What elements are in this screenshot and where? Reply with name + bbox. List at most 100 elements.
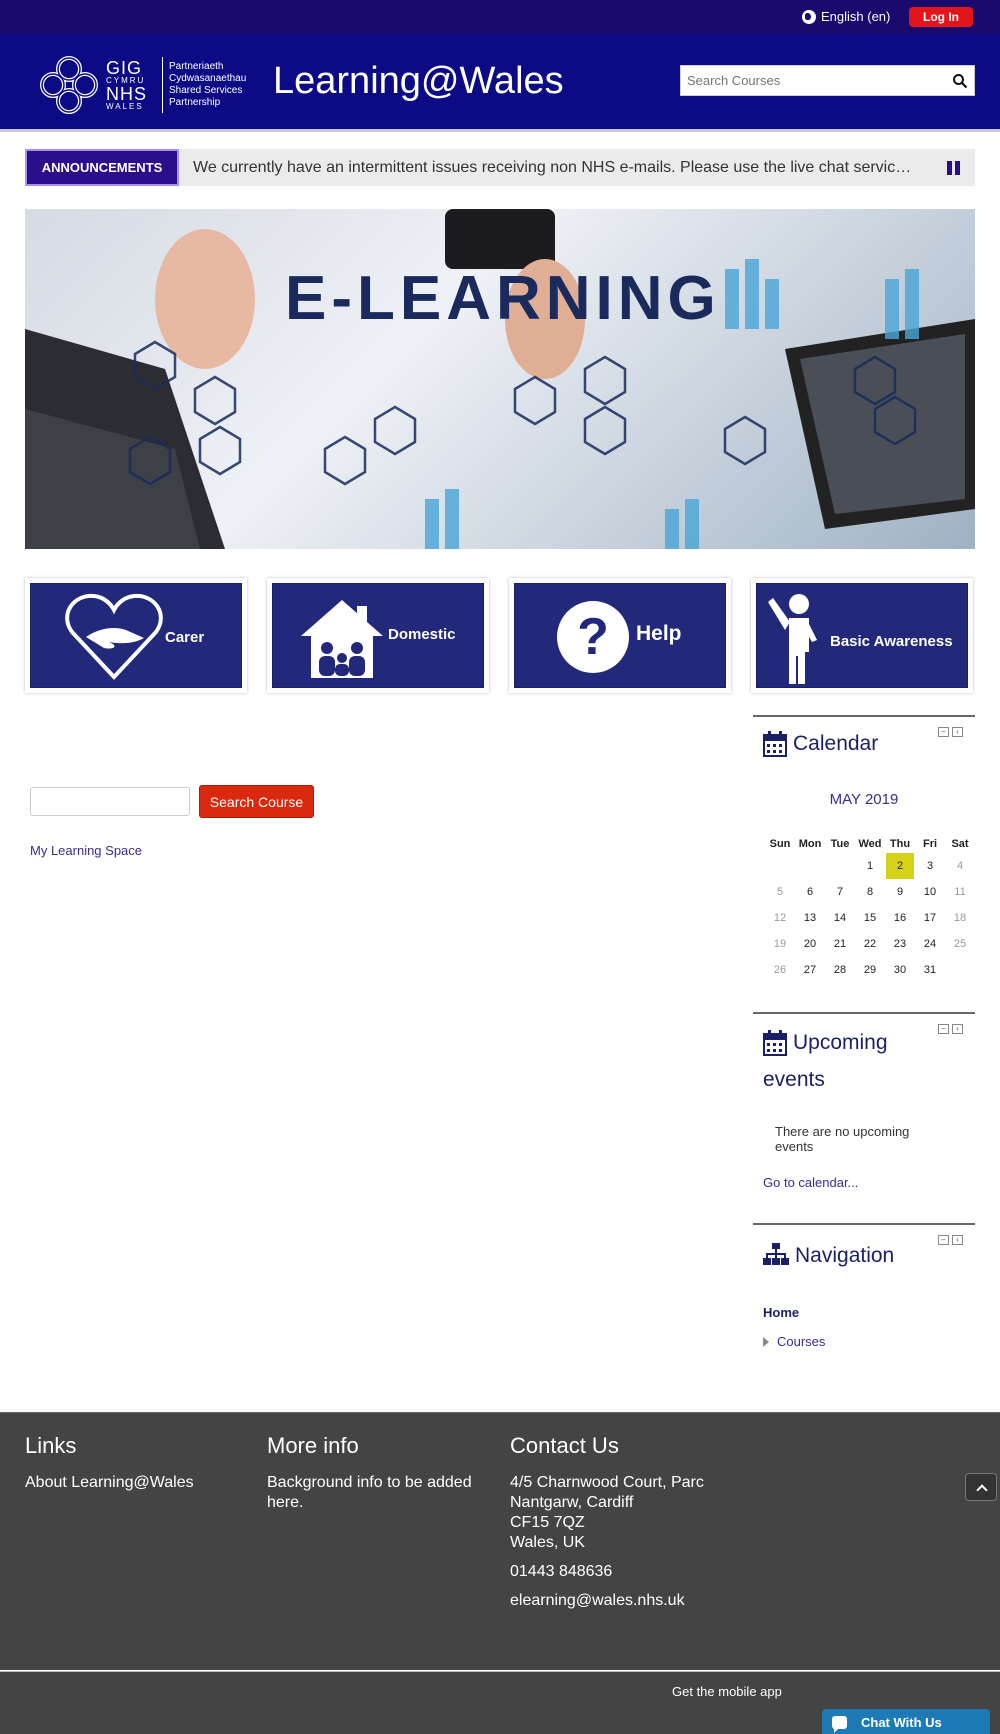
calendar-day[interactable]: 1 [855, 853, 885, 879]
footer-more-text: Background info to be added here. [267, 1474, 472, 1511]
calendar-day[interactable]: 26 [765, 957, 795, 983]
calendar-day[interactable]: 31 [915, 957, 945, 983]
day-header: Fri [922, 838, 938, 850]
day-header: Thu [889, 838, 911, 850]
calendar-day[interactable]: 7 [825, 879, 855, 905]
my-learning-space-link[interactable]: My Learning Space [30, 843, 142, 858]
partner-line: Cydwasanaethau [169, 73, 247, 84]
calendar-day[interactable]: 23 [885, 931, 915, 957]
minimize-icon[interactable]: – [938, 1024, 949, 1034]
search-course-button[interactable]: Search Course [199, 785, 314, 818]
tile-carer[interactable]: Carer [25, 578, 247, 693]
logo-divider [162, 57, 163, 113]
calendar-day[interactable]: 16 [885, 905, 915, 931]
calendar-day[interactable]: 19 [765, 931, 795, 957]
calendar-day[interactable]: 14 [825, 905, 855, 931]
login-button[interactable]: Log In [909, 7, 973, 27]
dock-icon[interactable]: ‹ [952, 1235, 963, 1245]
calendar-day [945, 957, 975, 983]
calendar-day[interactable]: 25 [945, 931, 975, 957]
partnership-wordmark: Partneriaeth Cydwasanaethau Shared Servi… [169, 61, 259, 109]
calendar-day[interactable]: 11 [945, 879, 975, 905]
calendar-day[interactable]: 9 [885, 879, 915, 905]
calendar-day[interactable]: 17 [915, 905, 945, 931]
minimize-icon[interactable]: – [938, 1235, 949, 1245]
nav-courses-link[interactable]: Courses [763, 1334, 825, 1349]
calendar-day[interactable]: 20 [795, 931, 825, 957]
calendar-day[interactable]: 3 [915, 853, 945, 879]
calendar-day[interactable]: 6 [795, 879, 825, 905]
calendar-day[interactable]: 12 [765, 905, 795, 931]
day-header: Sun [769, 838, 791, 850]
announcement-text[interactable]: We currently have an intermittent issues… [193, 159, 913, 177]
calendar-day[interactable]: 4 [945, 853, 975, 879]
get-mobile-app-link[interactable]: Get the mobile app [672, 1684, 782, 1699]
search-icon[interactable] [952, 73, 968, 89]
person-waving-icon [768, 594, 817, 684]
pause-icon[interactable] [947, 161, 961, 175]
calendar-day[interactable]: 5 [765, 879, 795, 905]
phone-number: 01443 848636 [510, 1563, 613, 1580]
sitemap-icon [763, 1243, 789, 1265]
calendar-day[interactable]: 21 [825, 931, 855, 957]
dock-icon[interactable]: ‹ [952, 1024, 963, 1034]
course-search-input[interactable] [30, 787, 190, 816]
upcoming-title-line1: Upcoming [793, 1031, 888, 1054]
calendar-day[interactable]: 18 [945, 905, 975, 931]
calendar-day[interactable]: 24 [915, 931, 945, 957]
tile-basic-awareness-label: Basic Awareness [830, 633, 953, 650]
site-title[interactable]: Learning@Wales [273, 60, 564, 103]
chat-label: Chat With Us [861, 1714, 942, 1730]
block-controls: – ‹ [938, 1235, 963, 1245]
logo-gig: GIG [106, 58, 143, 78]
nhs-logo[interactable]: GIG CYMRU NHS WALES Partneriaeth Cydwasa… [38, 54, 259, 116]
logo-nhs: NHS [106, 84, 148, 104]
calendar-day[interactable]: 22 [855, 931, 885, 957]
about-link[interactable]: About Learning@Wales [25, 1473, 245, 1493]
chat-with-us-button[interactable]: Chat With Us [822, 1709, 990, 1734]
top-bar: English (en) Log In [0, 0, 1000, 34]
calendar-day[interactable]: 2 [885, 853, 915, 879]
block-controls: – ‹ [938, 1024, 963, 1034]
dock-icon[interactable]: ‹ [952, 727, 963, 737]
question-icon: ? [557, 601, 629, 673]
calendar-day[interactable]: 27 [795, 957, 825, 983]
tile-domestic[interactable]: Domestic [267, 578, 489, 693]
partner-line: Shared Services [169, 85, 243, 96]
calendar-day[interactable]: 8 [855, 879, 885, 905]
search-courses-input[interactable] [681, 66, 946, 95]
go-to-calendar-link[interactable]: Go to calendar... [763, 1175, 858, 1190]
calendar-month[interactable]: MAY 2019 [753, 791, 975, 808]
calendar-week-row: 19 20 21 22 23 24 25 [765, 931, 975, 957]
navigation-block: Navigation – ‹ Home Courses [753, 1223, 975, 1353]
calendar-day[interactable]: 13 [795, 905, 825, 931]
calendar-day[interactable]: 15 [855, 905, 885, 931]
minimize-icon[interactable]: – [938, 727, 949, 737]
tile-basic-awareness[interactable]: Basic Awareness [751, 578, 973, 693]
calendar-title: Calendar [793, 732, 879, 755]
site-footer: Links About Learning@Wales More info Bac… [0, 1412, 1000, 1670]
day-header: Wed [858, 838, 882, 850]
nav-home-link[interactable]: Home [763, 1305, 799, 1320]
calendar-day[interactable]: 29 [855, 957, 885, 983]
footer-contact: Contact Us 4/5 Charnwood Court, Parc Nan… [510, 1433, 730, 1611]
chevron-up-icon[interactable] [965, 1473, 997, 1501]
tile-help[interactable]: ? Help [509, 578, 731, 693]
address-line: 4/5 Charnwood Court, Parc [510, 1474, 704, 1491]
calendar-day[interactable]: 28 [825, 957, 855, 983]
chat-bubble-icon [832, 1715, 847, 1733]
calendar-day[interactable]: 30 [885, 957, 915, 983]
day-header: Sat [951, 838, 969, 850]
banner-title: E-LEARNING [285, 264, 721, 333]
calendar-week-row: 5 6 7 8 9 10 11 [765, 879, 975, 905]
calendar-icon [763, 1030, 787, 1056]
day-header: Mon [798, 838, 822, 850]
course-search [680, 65, 975, 96]
calendar-week-row: 12 13 14 15 16 17 18 [765, 905, 975, 931]
logo-wales: WALES [106, 102, 144, 111]
celtic-knot-logo-icon [40, 56, 98, 114]
calendar-table: Sun Mon Tue Wed Thu Fri Sat 1 2 3 4 5 6 7 8 9 10 1… [765, 835, 975, 983]
calendar-day[interactable]: 10 [915, 879, 945, 905]
language-menu[interactable]: English (en) [802, 9, 890, 24]
email-link[interactable]: elearning@wales.nhs.uk [510, 1591, 730, 1611]
